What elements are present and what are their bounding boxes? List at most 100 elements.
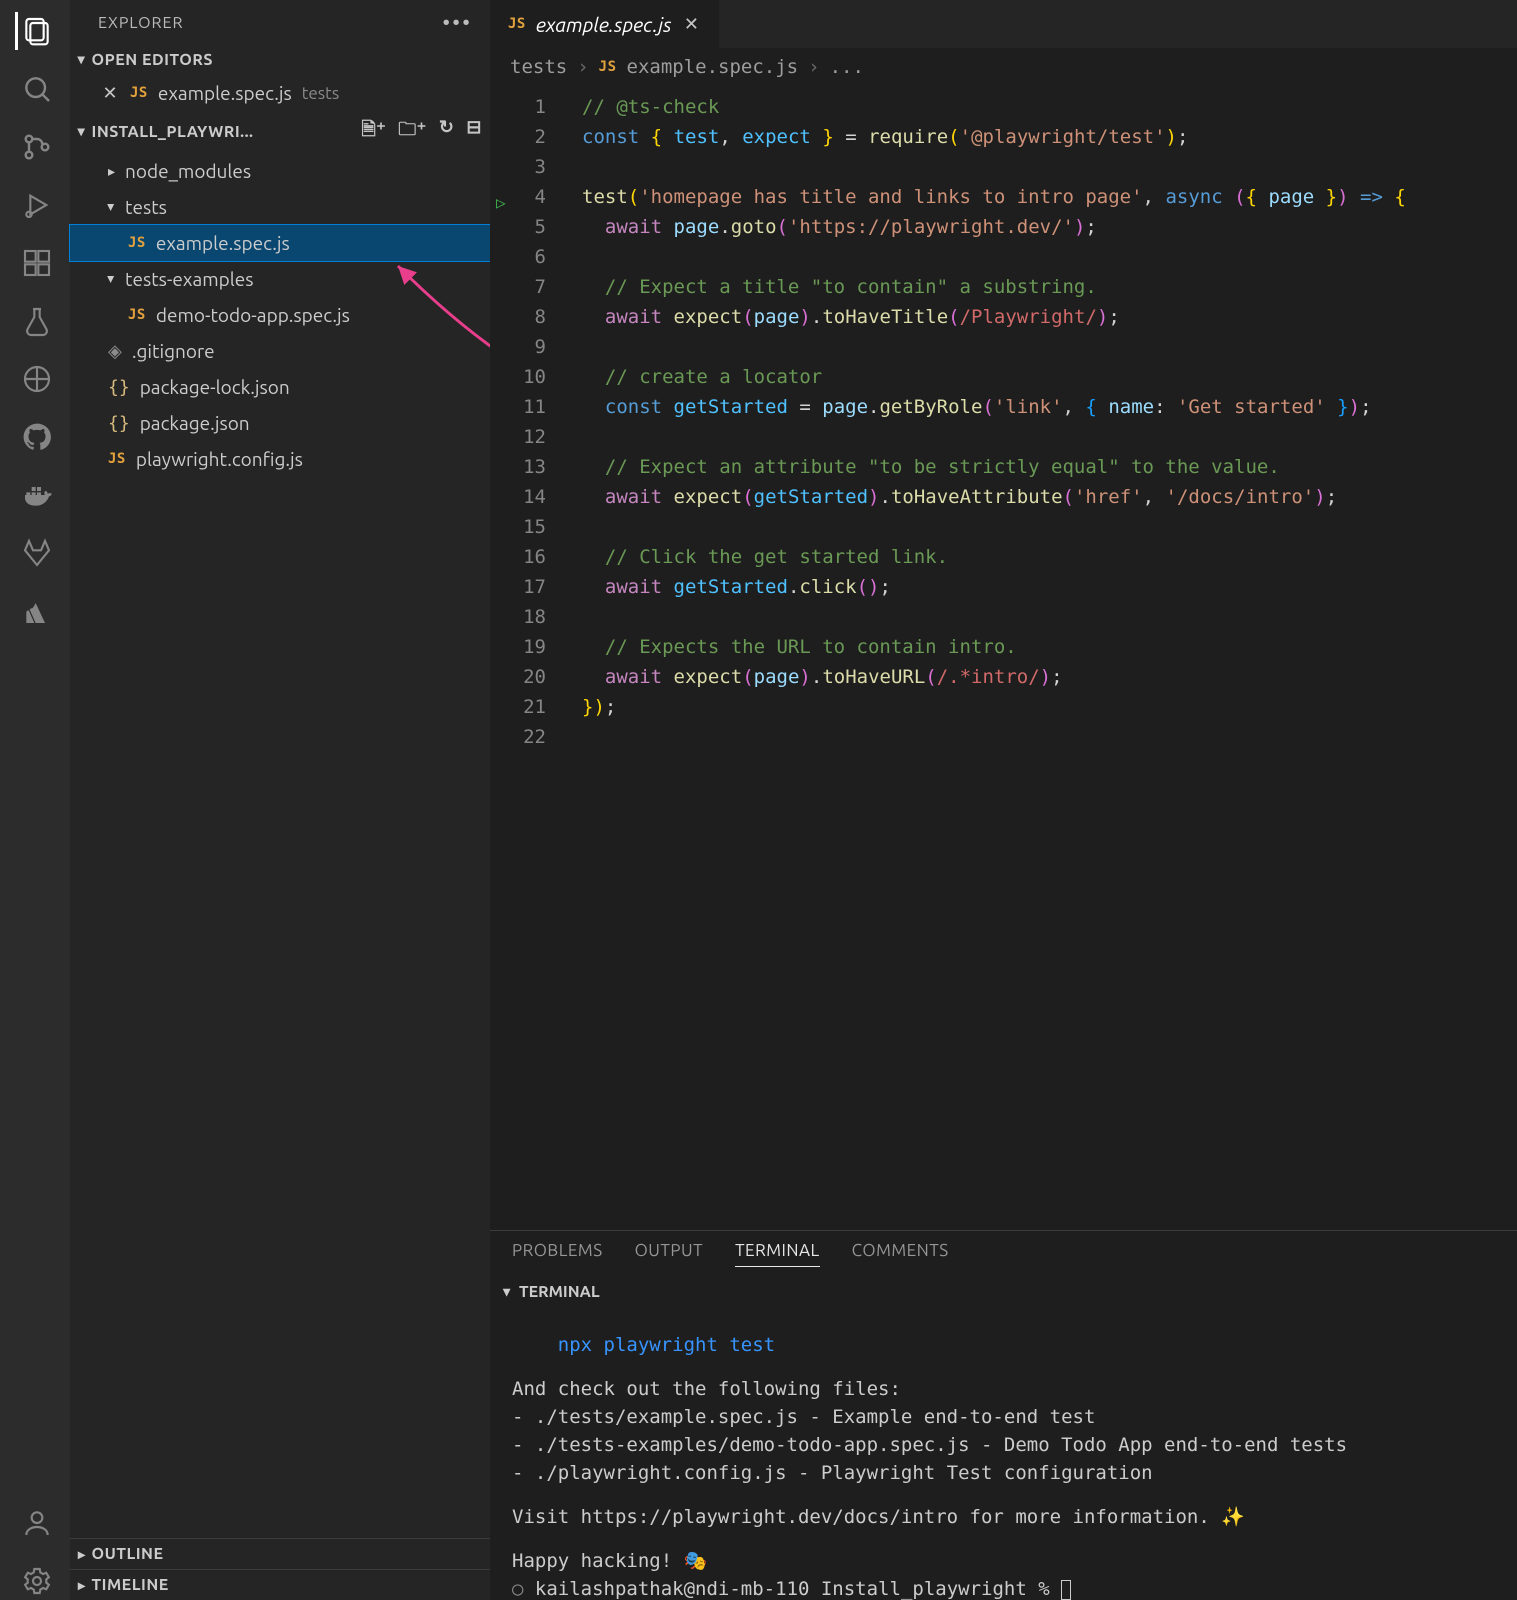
code-line[interactable]: const { test, expect } = require('@playw… [564, 122, 1517, 152]
editor-tab[interactable]: JS example.spec.js ✕ [490, 0, 720, 48]
tree-item-label: playwright.config.js [136, 448, 303, 470]
timeline-label: TIMELINE [92, 1576, 169, 1594]
editor-area: JS example.spec.js ✕ tests › JS example.… [490, 0, 1517, 1600]
code-line[interactable] [564, 422, 1517, 452]
bottom-panel: PROBLEMS OUTPUT TERMINAL COMMENTS ▸ TERM… [490, 1230, 1517, 1600]
code-line[interactable]: // Expect an attribute "to be strictly e… [564, 452, 1517, 482]
github-icon[interactable] [15, 418, 53, 456]
atlassian-icon[interactable] [15, 592, 53, 630]
gitignore-icon: ◈ [108, 341, 122, 362]
folder-row[interactable]: ▸tests-examples [70, 261, 490, 297]
terminal-body[interactable]: npx playwright test And check out the fo… [490, 1307, 1517, 1600]
tab-terminal[interactable]: TERMINAL [735, 1241, 820, 1267]
testing-icon[interactable] [15, 302, 53, 340]
terminal-line: - ./tests/example.spec.js - Example end-… [512, 1403, 1495, 1431]
tree-item-label: package.json [140, 412, 250, 434]
sidebar-bottom: ▸ OUTLINE ▸ TIMELINE [70, 1538, 490, 1600]
js-file-icon: JS [130, 85, 148, 101]
file-row[interactable]: {}package-lock.json [70, 369, 490, 405]
code-line[interactable]: // @ts-check [564, 92, 1517, 122]
extensions-icon[interactable] [15, 244, 53, 282]
code-line[interactable] [564, 602, 1517, 632]
outline-header[interactable]: ▸ OUTLINE [70, 1538, 490, 1569]
activity-bar [0, 0, 70, 1600]
account-icon[interactable] [15, 1504, 53, 1542]
run-test-icon[interactable]: ▷ [496, 188, 506, 218]
tabs-bar: JS example.spec.js ✕ [490, 0, 1517, 48]
breadcrumb[interactable]: tests › JS example.spec.js › ... [490, 48, 1517, 86]
code-body[interactable]: // @ts-checkconst { test, expect } = req… [564, 86, 1517, 1230]
explorer-icon[interactable] [15, 12, 53, 50]
chevron-down-icon: ▸ [73, 56, 90, 64]
code-line[interactable] [564, 242, 1517, 272]
file-row[interactable]: JSexample.spec.js [70, 225, 490, 261]
terminal-sub-header[interactable]: ▸ TERMINAL [490, 1277, 1517, 1307]
folder-row[interactable]: ▸node_modules [70, 153, 490, 189]
tab-filename: example.spec.js [536, 13, 672, 36]
open-editor-dir: tests [302, 84, 339, 103]
file-row[interactable]: JSdemo-todo-app.spec.js [70, 297, 490, 333]
code-line[interactable]: }); [564, 692, 1517, 722]
breadcrumb-file[interactable]: example.spec.js [627, 56, 799, 78]
code-line[interactable]: // Click the get started link. [564, 542, 1517, 572]
tab-output[interactable]: OUTPUT [635, 1241, 703, 1267]
source-control-icon[interactable] [15, 128, 53, 166]
code-line[interactable]: await expect(page).toHaveTitle(/Playwrig… [564, 302, 1517, 332]
refresh-icon[interactable]: ↻ [439, 117, 455, 147]
code-line[interactable]: await page.goto('https://playwright.dev/… [564, 212, 1517, 242]
docker-icon[interactable] [15, 476, 53, 514]
folder-row[interactable]: ▸tests [70, 189, 490, 225]
code-line[interactable] [564, 722, 1517, 752]
tab-problems[interactable]: PROBLEMS [512, 1241, 603, 1267]
new-folder-icon[interactable]: 🗀⁺ [398, 117, 427, 147]
project-header[interactable]: ▸ INSTALL_PLAYWRI... 🗎⁺ 🗀⁺ ↻ ⊟ [70, 111, 490, 153]
live-share-icon[interactable] [15, 360, 53, 398]
chevron-right-icon: ▸ [78, 1577, 86, 1594]
code-line[interactable]: test('homepage has title and links to in… [564, 182, 1517, 212]
settings-gear-icon[interactable] [15, 1562, 53, 1600]
chevron-icon: ▸ [103, 203, 120, 210]
timeline-header[interactable]: ▸ TIMELINE [70, 1569, 490, 1600]
close-icon[interactable]: ✕ [681, 14, 701, 35]
panel-tabs: PROBLEMS OUTPUT TERMINAL COMMENTS [490, 1231, 1517, 1277]
terminal-command: npx playwright test [558, 1334, 775, 1356]
tab-comments[interactable]: COMMENTS [852, 1241, 949, 1267]
file-row[interactable]: ◈.gitignore [70, 333, 490, 369]
open-editor-item[interactable]: ✕ JS example.spec.js tests [70, 75, 490, 111]
code-line[interactable]: // Expects the URL to contain intro. [564, 632, 1517, 662]
code-line[interactable] [564, 512, 1517, 542]
breadcrumb-sep: › [577, 56, 588, 78]
terminal-sub-label: TERMINAL [519, 1283, 600, 1301]
file-row[interactable]: {}package.json [70, 405, 490, 441]
code-line[interactable]: // Expect a title "to contain" a substri… [564, 272, 1517, 302]
new-file-icon[interactable]: 🗎⁺ [361, 117, 386, 147]
terminal-line: - ./playwright.config.js - Playwright Te… [512, 1459, 1495, 1487]
terminal-prompt: kailashpathak@ndi-mb-110 Install_playwri… [535, 1578, 1061, 1600]
close-icon[interactable]: ✕ [100, 83, 120, 104]
code-editor[interactable]: 123▷45678910111213141516171819202122 // … [490, 86, 1517, 1230]
code-line[interactable]: await expect(getStarted).toHaveAttribute… [564, 482, 1517, 512]
js-file-icon: JS [599, 59, 617, 75]
code-line[interactable]: await expect(page).toHaveURL(/.*intro/); [564, 662, 1517, 692]
collapse-all-icon[interactable]: ⊟ [466, 117, 482, 147]
search-icon[interactable] [15, 70, 53, 108]
outline-label: OUTLINE [92, 1545, 164, 1563]
chevron-down-icon: ▸ [499, 1288, 516, 1295]
code-line[interactable] [564, 332, 1517, 362]
terminal-line: And check out the following files: [512, 1375, 1495, 1403]
sidebar-more-icon[interactable]: ••• [442, 10, 472, 35]
terminal-cursor [1061, 1580, 1071, 1600]
js-file-icon: JS [128, 235, 146, 251]
breadcrumb-symbol[interactable]: ... [830, 56, 864, 78]
code-line[interactable]: // create a locator [564, 362, 1517, 392]
code-line[interactable]: await getStarted.click(); [564, 572, 1517, 602]
code-line[interactable] [564, 152, 1517, 182]
tree-item-label: demo-todo-app.spec.js [156, 304, 350, 326]
open-editors-label: OPEN EDITORS [92, 51, 213, 69]
open-editors-header[interactable]: ▸ OPEN EDITORS [70, 45, 490, 75]
file-row[interactable]: JSplaywright.config.js [70, 441, 490, 477]
code-line[interactable]: const getStarted = page.getByRole('link'… [564, 392, 1517, 422]
gitlab-icon[interactable] [15, 534, 53, 572]
breadcrumb-folder[interactable]: tests [510, 56, 567, 78]
run-debug-icon[interactable] [15, 186, 53, 224]
